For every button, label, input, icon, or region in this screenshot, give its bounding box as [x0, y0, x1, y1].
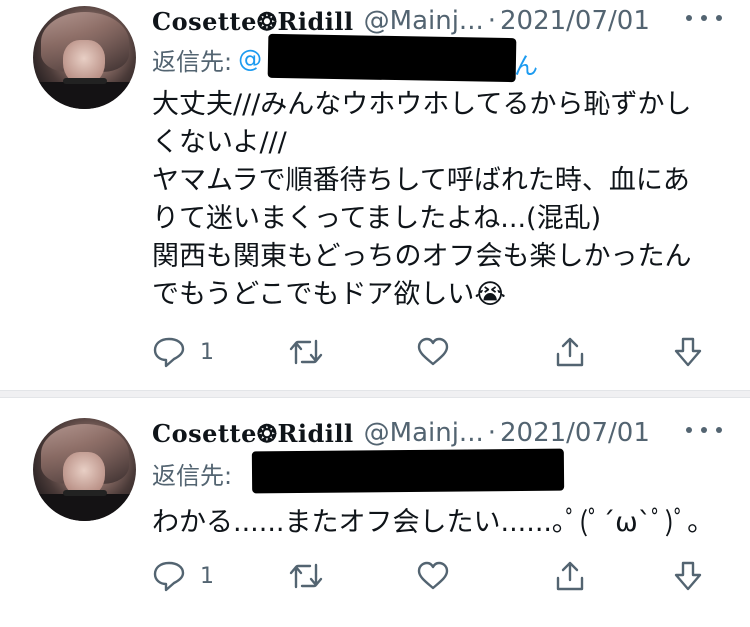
separator: · [487, 6, 496, 36]
tweet-divider [0, 390, 750, 398]
download-button[interactable] [672, 556, 704, 596]
display-name[interactable]: Cosette❂Ridill [152, 419, 354, 448]
download-icon [674, 561, 702, 591]
tweet-header: Cosette❂Ridill @Mainj... · 2021/07/01 [152, 4, 650, 38]
reply-icon [153, 337, 185, 368]
tweet[interactable]: Cosette❂Ridill @Mainj... · 2021/07/01 返信… [0, 398, 750, 627]
tweet-text-line: 関西も関東もどっちのオフ会も楽しかったん [152, 241, 692, 272]
more-options-icon[interactable] [686, 420, 722, 440]
tweet-text-line: くないよ/// [152, 127, 287, 158]
tweet[interactable]: Cosette❂Ridill @Mainj... · 2021/07/01 返信… [0, 0, 750, 390]
like-icon [417, 561, 449, 590]
tweet-date[interactable]: 2021/07/01 [500, 6, 650, 36]
avatar[interactable] [33, 418, 136, 521]
tweet-text-line: 大丈夫///みんなウホウホしてるから恥ずかし [152, 89, 692, 120]
replying-to: 返信先: [152, 456, 232, 490]
tweet-actions: 1 [0, 556, 750, 596]
user-handle[interactable]: @Mainj... [364, 6, 484, 36]
download-button[interactable] [672, 332, 704, 372]
tweet-text-line: りて迷いまくってましたよね...(混乱) [152, 203, 602, 234]
like-button[interactable] [416, 556, 450, 596]
redaction-mark [267, 33, 517, 83]
tweet-actions: 1 [0, 332, 750, 372]
share-button[interactable] [554, 556, 586, 596]
more-options-icon[interactable] [686, 8, 722, 28]
redaction-mark [251, 448, 565, 494]
retweet-button[interactable] [288, 332, 324, 372]
like-button[interactable] [416, 332, 450, 372]
retweet-icon [289, 339, 323, 365]
avatar-collar [33, 494, 136, 521]
retweet-icon [289, 563, 323, 589]
share-icon [556, 561, 584, 591]
separator: · [487, 418, 496, 448]
reply-count: 1 [200, 563, 214, 589]
display-name[interactable]: Cosette❂Ridill [152, 7, 354, 36]
retweet-button[interactable] [288, 556, 324, 596]
avatar[interactable] [33, 6, 136, 109]
tweet-text-line: わかる......またオフ会したい......｡ﾟ(ﾟ´ω`ﾟ)ﾟ｡ [152, 507, 701, 538]
avatar-choker [63, 78, 107, 84]
share-icon [556, 337, 584, 367]
reply-mention[interactable]: @ [238, 45, 262, 73]
tweet-text-line: ヤマムラで順番待ちして呼ばれた時、血にあ [152, 165, 690, 196]
tweet-header: Cosette❂Ridill @Mainj... · 2021/07/01 [152, 416, 650, 450]
tweet-text: 大丈夫///みんなウホウホしてるから恥ずかし くないよ/// ヤマムラで順番待ち… [152, 86, 732, 314]
like-icon [417, 337, 449, 366]
replying-to: 返信先: @ [152, 42, 262, 76]
download-icon [674, 337, 702, 367]
tweet-text-line: でもうどこでもドア欲しい😭 [152, 279, 506, 310]
avatar-collar [33, 82, 136, 109]
reply-mention-tail[interactable]: ん [514, 46, 538, 81]
tweet-text: わかる......またオフ会したい......｡ﾟ(ﾟ´ω`ﾟ)ﾟ｡ [152, 504, 732, 542]
avatar-choker [63, 490, 107, 496]
tweet-date[interactable]: 2021/07/01 [500, 418, 650, 448]
user-handle[interactable]: @Mainj... [364, 418, 484, 448]
reply-label: 返信先: [152, 461, 233, 490]
share-button[interactable] [554, 332, 586, 372]
reply-count: 1 [200, 339, 214, 365]
reply-label: 返信先: [152, 47, 233, 76]
reply-button[interactable]: 1 [152, 332, 214, 372]
reply-icon [153, 561, 185, 592]
reply-button[interactable]: 1 [152, 556, 214, 596]
